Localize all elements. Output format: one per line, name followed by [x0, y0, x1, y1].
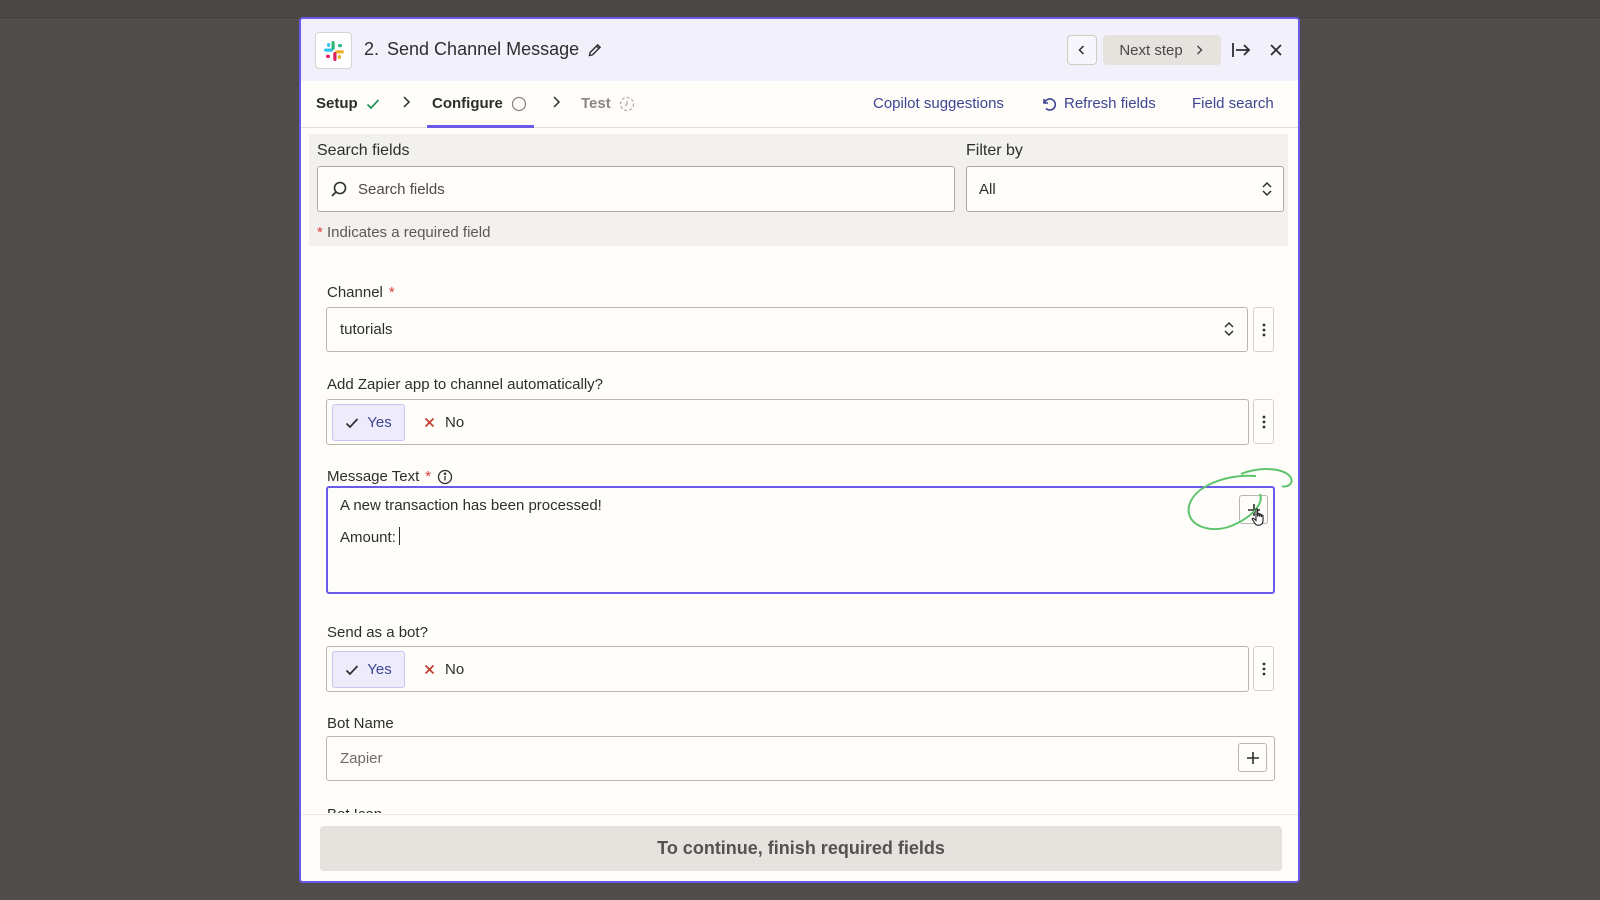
tab-setup[interactable]: Setup — [316, 95, 380, 112]
modal-header: 2. Send Channel Message Next step — [301, 19, 1298, 81]
message-line-2: Amount: — [340, 527, 400, 546]
x-icon — [424, 417, 435, 428]
expand-panel-button[interactable] — [1227, 35, 1257, 65]
tab-test-label: Test — [581, 95, 611, 112]
yes-label: Yes — [367, 414, 392, 431]
bot-name-label: Bot Name — [327, 715, 394, 732]
yes-label: Yes — [367, 661, 392, 678]
close-icon — [1270, 44, 1282, 56]
step-tabs: Setup Configure Test Copilot suggestions… — [301, 81, 1298, 128]
send-as-bot-options-button[interactable] — [1253, 646, 1274, 691]
channel-options-button[interactable] — [1253, 307, 1274, 352]
check-icon — [346, 417, 359, 428]
close-button[interactable] — [1261, 35, 1291, 65]
add-app-toggle: Yes No — [326, 399, 1249, 445]
tab-setup-label: Setup — [316, 95, 358, 112]
message-text-editor[interactable]: A new transaction has been processed! Am… — [326, 486, 1275, 594]
required-star: * — [425, 468, 432, 485]
x-icon — [424, 664, 435, 675]
field-search-label: Field search — [1192, 95, 1274, 112]
active-tab-indicator — [427, 125, 534, 128]
bot-name-insert-button[interactable] — [1238, 743, 1267, 772]
refresh-icon — [1043, 97, 1057, 111]
select-chevron-icon — [1224, 321, 1234, 337]
pending-circle-icon — [511, 96, 526, 111]
required-field-note: * Indicates a required field — [317, 224, 490, 241]
more-vertical-icon — [1262, 662, 1265, 675]
send-as-bot-label: Send as a bot? — [327, 624, 428, 641]
tab-test[interactable]: Test — [581, 95, 635, 112]
next-step-button[interactable]: Next step — [1103, 35, 1221, 65]
text-caret — [398, 527, 400, 545]
chevron-right-icon — [403, 96, 411, 108]
continue-button[interactable]: To continue, finish required fields — [320, 826, 1282, 871]
step-editor-modal: 2. Send Channel Message Next step Setup … — [299, 17, 1300, 883]
search-fields-input[interactable] — [358, 180, 918, 198]
bot-name-field — [326, 736, 1275, 781]
send-as-bot-no-option[interactable]: No — [424, 651, 464, 688]
check-icon — [346, 664, 359, 675]
message-line-1: A new transaction has been processed! — [340, 497, 602, 514]
slack-icon — [315, 32, 352, 69]
next-step-label: Next step — [1119, 41, 1183, 59]
refresh-fields-link[interactable]: Refresh fields — [1041, 95, 1156, 112]
check-icon — [366, 98, 379, 109]
tab-configure-label: Configure — [432, 95, 503, 112]
field-search-link[interactable]: Field search — [1192, 95, 1274, 112]
copilot-suggestions-link[interactable]: Copilot suggestions — [873, 95, 1004, 112]
hand-cursor-icon — [1251, 508, 1264, 526]
required-star: * — [388, 284, 395, 301]
bot-name-input[interactable] — [340, 750, 1190, 767]
send-as-bot-yes-option[interactable]: Yes — [332, 651, 405, 688]
bot-icon-label: Bot Icon — [327, 805, 527, 813]
tab-configure[interactable]: Configure — [432, 95, 527, 112]
filter-by-select[interactable]: All — [966, 166, 1284, 212]
channel-label: Channel * — [327, 284, 395, 301]
step-title: 2. Send Channel Message — [364, 39, 603, 60]
select-chevron-icon — [1262, 181, 1272, 197]
channel-label-text: Channel — [327, 284, 383, 301]
add-app-label: Add Zapier app to channel automatically? — [327, 376, 603, 393]
required-note-text: Indicates a required field — [327, 224, 491, 241]
search-fields-label: Search fields — [317, 142, 410, 159]
chevron-right-icon — [1196, 45, 1203, 55]
channel-value: tutorials — [340, 321, 393, 338]
refresh-fields-label: Refresh fields — [1064, 95, 1156, 112]
search-icon — [331, 181, 347, 197]
no-label: No — [445, 414, 465, 431]
field-filter-panel: Search fields Filter by All * Indicates … — [309, 134, 1288, 246]
arrow-right-bar-icon — [1232, 43, 1251, 57]
add-app-yes-option[interactable]: Yes — [332, 404, 405, 441]
add-app-label-text: Add Zapier app to channel automatically? — [327, 376, 604, 393]
chevron-left-icon — [1078, 45, 1085, 55]
more-vertical-icon — [1262, 415, 1265, 428]
modal-footer: To continue, finish required fields — [301, 814, 1298, 881]
required-star: * — [317, 224, 323, 241]
send-as-bot-label-text: Send as a bot? — [327, 624, 428, 641]
filter-by-label: Filter by — [966, 142, 1023, 159]
send-as-bot-toggle: Yes No — [326, 646, 1249, 692]
add-app-options-button[interactable] — [1253, 399, 1274, 444]
info-icon[interactable] — [437, 469, 453, 485]
edit-pencil-icon[interactable] — [587, 42, 603, 58]
bot-name-label-text: Bot Name — [327, 715, 394, 732]
copilot-suggestions-label: Copilot suggestions — [873, 95, 1004, 112]
search-fields-box — [317, 166, 955, 212]
message-line-2-text: Amount: — [340, 529, 396, 546]
pending-progress-icon — [619, 96, 634, 111]
no-label: No — [445, 661, 465, 678]
previous-step-button[interactable] — [1067, 35, 1097, 65]
step-title-text: Send Channel Message — [387, 39, 580, 59]
more-vertical-icon — [1262, 323, 1265, 336]
highlight-circle-annotation — [1187, 468, 1293, 531]
message-text-label: Message Text * — [327, 468, 453, 485]
chevron-right-icon — [553, 96, 561, 108]
channel-select[interactable]: tutorials — [326, 307, 1248, 352]
message-text-label-text: Message Text — [327, 468, 420, 485]
add-app-no-option[interactable]: No — [424, 404, 464, 441]
filter-by-value: All — [979, 180, 996, 198]
plus-icon — [1246, 751, 1259, 764]
step-number: 2. — [364, 39, 380, 59]
